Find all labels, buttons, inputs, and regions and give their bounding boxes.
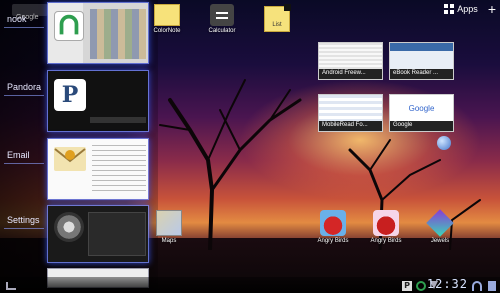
add-button[interactable]: + — [488, 2, 496, 16]
checkmark-icon — [284, 4, 291, 11]
app-label-maps: Maps — [161, 238, 177, 244]
app-icon-colornote[interactable]: ColorNote — [145, 4, 189, 34]
pandora-player-bar — [90, 117, 146, 123]
recent-divider — [4, 27, 44, 28]
recent-app-label-nook: nook — [7, 14, 27, 24]
bookmark-title: MobileRead Fo... — [319, 121, 382, 131]
recent-app-label-pandora: Pandora — [7, 82, 42, 92]
app-icon-maps[interactable]: Maps — [147, 210, 191, 244]
app-icon-angry-birds-seasons[interactable]: Angry Birds — [364, 210, 408, 244]
bookmark-title: Android Freew... — [319, 69, 382, 79]
nook-icon — [54, 11, 84, 41]
email-icon — [54, 147, 86, 171]
recent-app-thumbnail-email[interactable] — [47, 138, 149, 200]
apps-grid-icon — [444, 4, 455, 14]
email-text-lines — [92, 145, 146, 195]
bookmark-widget-ebook-reader[interactable]: eBook Reader ... — [389, 42, 454, 80]
status-clock: 12:32 — [426, 277, 468, 291]
app-label-jewels: Jewels — [430, 238, 450, 244]
back-button[interactable] — [6, 282, 16, 290]
recent-app-label-email: Email — [7, 150, 30, 160]
wifi-icon — [472, 281, 482, 291]
app-label-angry-birds-seasons: Angry Birds — [370, 238, 402, 244]
nook-book-grid — [90, 9, 146, 59]
battery-icon — [488, 281, 496, 291]
nook-notification-icon[interactable] — [416, 281, 426, 291]
colornote-icon — [154, 4, 180, 26]
angry-birds-seasons-icon — [373, 210, 399, 236]
bookmark-widget-mobileread[interactable]: MobileRead Fo... — [318, 94, 383, 132]
bookmark-title: Google — [390, 121, 453, 131]
settings-icon — [54, 212, 84, 242]
settings-panel — [88, 212, 146, 256]
app-label-colornote: ColorNote — [153, 28, 181, 34]
system-status-bar: P 12:32 — [0, 277, 500, 293]
thumbnail-content: Google — [390, 95, 453, 121]
list-label: List — [272, 22, 282, 28]
app-icon-angry-birds[interactable]: Angry Birds — [311, 210, 355, 244]
browser-globe-icon[interactable] — [437, 136, 451, 150]
app-icon-calculator[interactable]: Calculator — [200, 4, 244, 34]
pandora-icon: P — [54, 79, 86, 111]
pandora-notification-icon[interactable]: P — [402, 281, 412, 291]
app-icon-jewels[interactable]: Jewels — [418, 209, 462, 244]
bookmark-widget-android-freeware[interactable]: Android Freew... — [318, 42, 383, 80]
apps-launcher[interactable]: Apps — [444, 4, 478, 14]
recent-divider — [4, 228, 44, 229]
bookmark-widget-google[interactable]: Google Google — [389, 94, 454, 132]
app-icon-list[interactable]: List — [255, 4, 299, 32]
thumbnail-content — [390, 43, 453, 69]
thumbnail-content — [319, 95, 382, 121]
apps-label: Apps — [457, 4, 478, 14]
top-right-controls: Apps + — [444, 2, 496, 16]
maps-icon — [156, 210, 182, 236]
recent-divider — [4, 163, 44, 164]
app-label-angry-birds: Angry Birds — [317, 238, 349, 244]
recent-app-thumbnail-settings[interactable] — [47, 205, 149, 263]
recent-app-thumbnail-nook[interactable] — [47, 2, 149, 64]
recent-divider — [4, 95, 44, 96]
thumbnail-content — [319, 43, 382, 69]
recent-apps-panel: Google nook Pandora P Email Settings — [0, 0, 158, 293]
jewels-icon — [426, 209, 454, 237]
google-logo-mini: Google — [408, 103, 435, 113]
bookmark-title: eBook Reader ... — [390, 69, 453, 79]
calculator-icon — [210, 4, 234, 26]
angry-birds-icon — [320, 210, 346, 236]
recent-app-label-settings: Settings — [7, 215, 40, 225]
recent-app-thumbnail-pandora[interactable]: P — [47, 70, 149, 132]
app-label-calculator: Calculator — [208, 28, 236, 34]
